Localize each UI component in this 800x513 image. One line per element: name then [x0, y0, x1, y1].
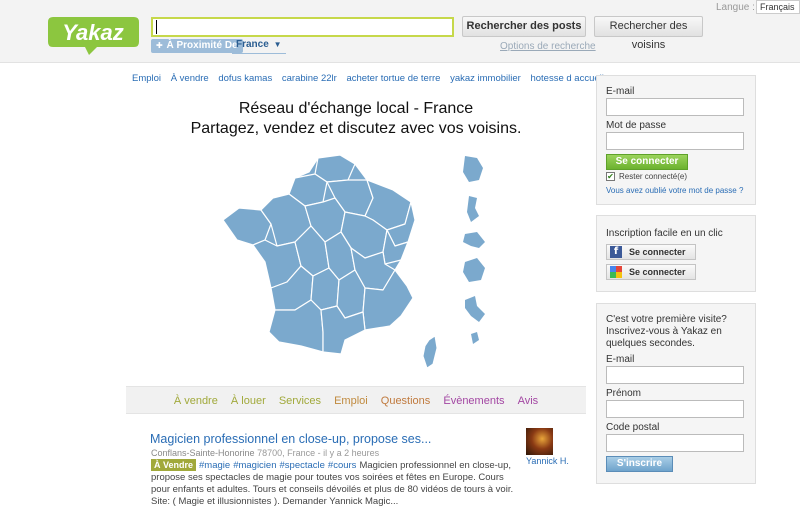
- header-bar: Yakaz ✚ À Proximité De France ▼ Recherch…: [0, 0, 800, 63]
- map-region-martinique: [467, 196, 479, 222]
- near-label: À Proximité De: [166, 40, 238, 51]
- country-select[interactable]: France ▼: [232, 38, 286, 54]
- search-posts-button[interactable]: Rechercher des posts: [462, 16, 586, 37]
- post-location[interactable]: Conflans-Sainte-Honorine: [151, 448, 255, 458]
- firstname-field[interactable]: [606, 400, 744, 418]
- search-options-link[interactable]: Options de recherche: [500, 41, 596, 52]
- postal-code-label: Code postal: [606, 422, 660, 433]
- signup-email-label: E-mail: [606, 354, 635, 365]
- map-region-stpierre: [471, 332, 479, 344]
- author-name-link[interactable]: Yannick H.: [526, 456, 569, 466]
- signup-email-field[interactable]: [606, 366, 744, 384]
- social-intro: Inscription facile en un clic: [606, 228, 723, 239]
- map-region-mayotte: [465, 296, 485, 322]
- google-icon: [610, 266, 622, 278]
- login-password-field[interactable]: [606, 132, 744, 150]
- tag-link[interactable]: carabine 22lr: [282, 73, 337, 84]
- post-category-badge[interactable]: À Vendre: [151, 459, 197, 471]
- post-meta: Conflans-Sainte-Honorine 78700, France -…: [151, 448, 380, 458]
- language-select[interactable]: Français: [756, 0, 800, 14]
- post-title-link[interactable]: Magicien professionnel en close-up, prop…: [150, 432, 431, 446]
- france-regions-map[interactable]: [215, 150, 490, 375]
- email-label: E-mail: [606, 86, 635, 97]
- social-signup-panel: Inscription facile en un clic f Se conne…: [596, 215, 756, 292]
- map-region-guyane: [463, 232, 485, 248]
- search-input[interactable]: [151, 17, 454, 37]
- tab-questions[interactable]: Questions: [381, 395, 431, 407]
- post-time: il y a 2 heures: [323, 448, 380, 458]
- page-title: Réseau d'échange local - France: [238, 100, 474, 117]
- text-cursor: [156, 20, 157, 34]
- language-label: Langue :: [716, 2, 755, 13]
- mainland-france[interactable]: [222, 154, 416, 355]
- pin-icon: ✚: [156, 41, 163, 50]
- map-region-corsica[interactable]: [422, 335, 438, 369]
- yakaz-logo[interactable]: Yakaz: [47, 15, 140, 56]
- hashtag-link[interactable]: #magicien: [233, 460, 276, 471]
- login-button[interactable]: Se connecter: [606, 154, 688, 170]
- page-subtitle: Partagez, vendez et discutez avec vos vo…: [190, 120, 522, 137]
- signup-intro: C'est votre première visite? Inscrivez-v…: [606, 314, 727, 349]
- search-neighbors-button[interactable]: Rechercher des voisins: [594, 16, 703, 51]
- overseas-territories[interactable]: [463, 156, 485, 344]
- tag-link[interactable]: Emploi: [132, 73, 161, 84]
- country-value: France: [236, 39, 269, 50]
- password-label: Mot de passe: [606, 120, 667, 131]
- signup-button[interactable]: S'inscrire: [606, 456, 673, 472]
- firstname-label: Prénom: [606, 388, 642, 399]
- google-connect-button[interactable]: Se connecter: [606, 264, 696, 280]
- login-panel: E-mail Mot de passe Se connecter ✔ Reste…: [596, 75, 756, 205]
- popular-tags: Emploi À vendre dofus kamas carabine 22l…: [132, 73, 604, 84]
- hashtag-link[interactable]: #magie: [199, 460, 230, 471]
- facebook-icon: f: [610, 246, 622, 258]
- map-region-reunion: [463, 258, 485, 282]
- tag-link[interactable]: dofus kamas: [218, 73, 272, 84]
- tab-a-louer[interactable]: À louer: [231, 395, 266, 407]
- tag-link[interactable]: hotesse d accueil: [530, 73, 603, 84]
- tab-services[interactable]: Services: [279, 395, 321, 407]
- signup-panel: C'est votre première visite? Inscrivez-v…: [596, 303, 756, 484]
- forgot-password-link[interactable]: Vous avez oublié votre mot de passe ?: [606, 186, 743, 195]
- logo-text: Yakaz: [62, 20, 124, 45]
- tag-link[interactable]: yakaz immobilier: [450, 73, 521, 84]
- postal-code-field[interactable]: [606, 434, 744, 452]
- google-connect-label: Se connecter: [629, 267, 686, 277]
- tab-avis[interactable]: Avis: [518, 395, 539, 407]
- facebook-connect-button[interactable]: f Se connecter: [606, 244, 696, 260]
- login-email-field[interactable]: [606, 98, 744, 116]
- tab-a-vendre[interactable]: À vendre: [174, 395, 218, 407]
- chevron-down-icon: ▼: [273, 40, 282, 49]
- near-location-pill[interactable]: ✚ À Proximité De: [151, 39, 243, 53]
- hashtag-link[interactable]: #spectacle: [280, 460, 325, 471]
- avatar[interactable]: [526, 428, 553, 455]
- post-postal-country: 78700, France: [257, 448, 316, 458]
- facebook-connect-label: Se connecter: [629, 247, 686, 257]
- category-tabs: À vendre À louer Services Emploi Questio…: [126, 386, 586, 414]
- tab-evenements[interactable]: Évènements: [443, 395, 504, 407]
- tag-link[interactable]: acheter tortue de terre: [346, 73, 440, 84]
- tab-emploi[interactable]: Emploi: [334, 395, 368, 407]
- tag-link[interactable]: À vendre: [171, 73, 209, 84]
- remember-label: Rester connecté(e): [619, 172, 688, 181]
- map-region-guadeloupe: [463, 156, 483, 182]
- hashtag-link[interactable]: #cours: [328, 460, 357, 471]
- post-body: À Vendre #magie #magicien #spectacle #cours M…: [151, 459, 521, 508]
- remember-checkbox[interactable]: ✔: [606, 172, 615, 181]
